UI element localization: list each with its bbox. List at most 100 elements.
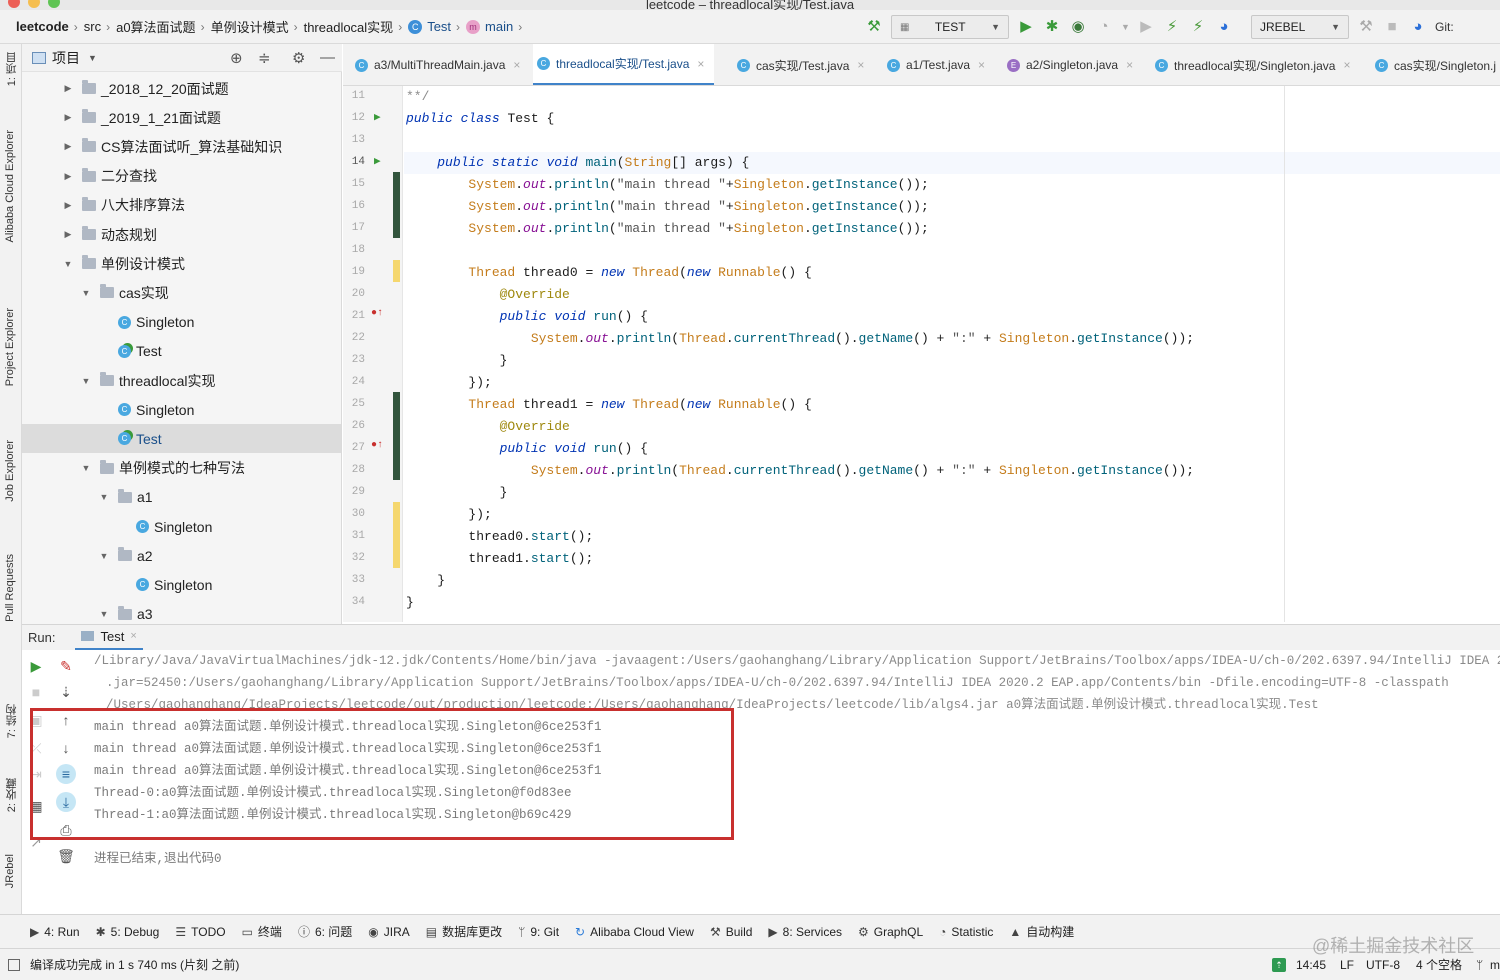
breadcrumb-src[interactable]: src xyxy=(84,19,101,34)
run-tab[interactable]: Test × xyxy=(75,625,143,651)
tree-item[interactable]: ▼ 单例设计模式 xyxy=(22,249,341,278)
vcs-branch-icon[interactable]: ᛘ xyxy=(1476,958,1483,972)
tree-item[interactable]: ▶ _2018_12_20面试题 xyxy=(22,74,341,103)
tree-item[interactable]: ▶ 动态规划 xyxy=(22,220,341,249)
jrebel-run-icon[interactable]: ⚡ xyxy=(1163,18,1181,36)
help-icon[interactable]: ◕ xyxy=(1215,18,1233,36)
chevron-down-icon[interactable]: ▼ xyxy=(1121,18,1130,36)
tree-item[interactable]: ▼ a3 xyxy=(22,600,341,624)
code-line[interactable]: **/ xyxy=(406,86,429,108)
bottom-tool-button[interactable]: ◉ JIRA xyxy=(368,925,410,939)
code-line[interactable]: System.out.println(Thread.currentThread(… xyxy=(406,460,1194,482)
breadcrumb-package[interactable]: a0算法面试题 xyxy=(116,17,195,36)
code-line[interactable]: } xyxy=(406,350,508,372)
tool-jrebel[interactable]: JRebel xyxy=(4,854,16,888)
chevron-down-icon[interactable]: ▼ xyxy=(80,376,92,386)
bottom-tool-button[interactable]: ⚙ GraphQL xyxy=(858,925,923,939)
tool-favorites[interactable]: 2: 收藏 xyxy=(4,778,20,812)
coverage-icon[interactable]: ◉ xyxy=(1069,18,1087,36)
run-disabled-icon[interactable]: ▶ xyxy=(1137,18,1155,36)
code-line[interactable]: public static void main(String[] args) { xyxy=(406,152,749,174)
bottom-tool-button[interactable]: ▭ 终端 xyxy=(242,923,282,940)
tree-item[interactable]: ▼ a2 xyxy=(22,541,341,570)
tool-structure[interactable]: 7: 结构 xyxy=(4,704,20,738)
project-title[interactable]: 项目 xyxy=(52,48,80,68)
tool-job-explorer[interactable]: Job Explorer xyxy=(4,440,16,502)
tree-item[interactable]: C Singleton xyxy=(22,395,341,424)
close-icon[interactable]: × xyxy=(1343,58,1350,72)
profile-icon[interactable]: ◔ xyxy=(1095,18,1113,36)
tree-item[interactable]: ▶ 八大排序算法 xyxy=(22,191,341,220)
close-icon[interactable]: × xyxy=(130,630,136,642)
close-icon[interactable]: × xyxy=(857,58,864,72)
override-gutter-icon[interactable]: ●↑ xyxy=(371,440,383,451)
status-layout-icon[interactable] xyxy=(8,958,20,971)
bottom-tool-button[interactable]: ☰ TODO xyxy=(175,925,225,939)
git-label[interactable]: Git: xyxy=(1435,20,1454,34)
tree-item[interactable]: ▶ CS算法面试听_算法基础知识 xyxy=(22,132,341,161)
code-line[interactable]: System.out.println(Thread.currentThread(… xyxy=(406,328,1194,350)
tree-item[interactable]: C Test xyxy=(22,337,341,366)
editor-tab[interactable]: Ca1/Test.java × xyxy=(883,44,995,85)
editor-tab[interactable]: Cthreadlocal实现/Test.java × xyxy=(533,44,715,85)
breadcrumb-method[interactable]: main xyxy=(485,19,513,34)
bottom-tool-button[interactable]: ᛘ 9: Git xyxy=(518,925,559,939)
line-separator[interactable]: LF xyxy=(1340,958,1354,972)
chevron-down-icon[interactable]: ▼ xyxy=(98,492,110,502)
chevron-down-icon[interactable]: ▼ xyxy=(80,463,92,473)
tree-item[interactable]: ▶ 二分查找 xyxy=(22,162,341,191)
stop-icon[interactable]: ■ xyxy=(1383,18,1401,36)
bottom-tool-button[interactable]: ✱ 5: Debug xyxy=(96,925,160,939)
tool-project-explorer[interactable]: Project Explorer xyxy=(4,308,16,386)
gear-icon[interactable]: ⚙ xyxy=(292,49,305,67)
bottom-tool-button[interactable]: ⚒ Build xyxy=(710,925,752,939)
run-gutter-icon[interactable]: ▶ xyxy=(374,154,381,168)
jrebel-status-icon[interactable]: ⇡ xyxy=(1272,957,1286,972)
code-line[interactable]: thread0.start(); xyxy=(406,526,593,548)
chevron-right-icon[interactable]: ▶ xyxy=(62,229,74,240)
sort-icon[interactable]: ⇣ xyxy=(56,682,76,702)
chevron-down-icon[interactable]: ▼ xyxy=(98,551,110,561)
bottom-tool-button[interactable]: ⓘ 6: 问题 xyxy=(298,923,352,940)
tree-item[interactable]: ▶ _2019_1_21面试题 xyxy=(22,103,341,132)
chevron-down-icon[interactable]: ▼ xyxy=(80,288,92,298)
tree-item[interactable]: ▼ a1 xyxy=(22,483,341,512)
code-line[interactable]: System.out.println("main thread "+Single… xyxy=(406,218,928,240)
code-line[interactable]: System.out.println("main thread "+Single… xyxy=(406,174,928,196)
tree-item[interactable]: ▼ 单例模式的七种写法 xyxy=(22,454,341,483)
hammer-icon[interactable]: ⚒ xyxy=(1357,18,1375,36)
build-hammer-icon[interactable]: ⚒ xyxy=(865,18,883,36)
stop-icon[interactable]: ■ xyxy=(26,682,46,702)
chevron-right-icon[interactable]: ▶ xyxy=(62,171,74,182)
indent-setting[interactable]: 4 个空格 xyxy=(1416,956,1462,973)
run-icon[interactable]: ▶ xyxy=(1017,18,1035,36)
tree-item[interactable]: C Singleton xyxy=(22,308,341,337)
vcs-branch[interactable]: m xyxy=(1490,958,1500,972)
trash-icon[interactable]: 🗑 xyxy=(56,846,76,866)
editor-tab[interactable]: Ea2/Singleton.java × xyxy=(1003,44,1143,85)
breadcrumb-project[interactable]: leetcode xyxy=(16,19,69,34)
close-icon[interactable]: × xyxy=(1126,58,1133,72)
code-line[interactable]: public void run() { xyxy=(406,438,648,460)
code-line[interactable]: public void run() { xyxy=(406,306,648,328)
code-line[interactable]: @Override xyxy=(406,284,570,306)
collapse-all-icon[interactable]: ≑ xyxy=(258,49,271,67)
tree-item[interactable]: C Singleton xyxy=(22,570,341,599)
editor-tab[interactable]: Cthreadlocal实现/Singleton.java × xyxy=(1151,44,1360,85)
locate-file-icon[interactable]: ⊕ xyxy=(230,49,243,67)
chevron-right-icon[interactable]: ▶ xyxy=(62,83,74,94)
breadcrumb-folder[interactable]: threadlocal实现 xyxy=(304,17,394,36)
code-line[interactable]: Thread thread1 = new Thread(new Runnable… xyxy=(406,394,811,416)
code-line[interactable]: } xyxy=(406,482,508,504)
code-line[interactable]: } xyxy=(406,592,414,614)
editor-tab[interactable]: Ccas实现/Singleton.j xyxy=(1371,44,1500,85)
bottom-tool-button[interactable]: ▶ 4: Run xyxy=(30,925,80,939)
run-config-select[interactable]: ▦ TEST ▼ xyxy=(891,15,1009,39)
hide-panel-icon[interactable]: — xyxy=(320,49,335,66)
code-line[interactable]: }); xyxy=(406,504,491,526)
code-line[interactable]: thread1.start(); xyxy=(406,548,593,570)
code-line[interactable]: @Override xyxy=(406,416,570,438)
tree-item[interactable]: C Singleton xyxy=(22,512,341,541)
breadcrumb-subpackage[interactable]: 单例设计模式 xyxy=(211,17,289,36)
tree-item[interactable]: ▼ threadlocal实现 xyxy=(22,366,341,395)
